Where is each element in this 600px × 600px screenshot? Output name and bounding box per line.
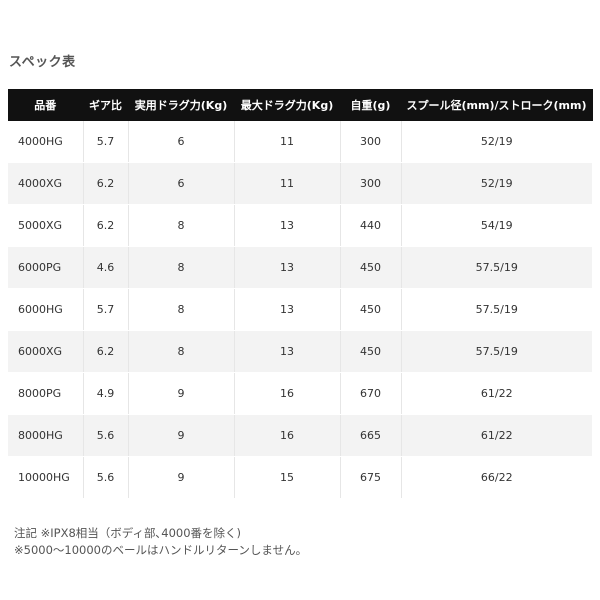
section-title: スペック表 [9,55,76,70]
cell-practical-drag: 9 [128,456,235,499]
cell-max-drag: 13 [234,330,341,373]
cell-max-drag: 16 [234,372,341,415]
cell-weight: 440 [340,204,402,247]
cell-practical-drag: 6 [128,121,235,163]
table-row: 8000HG 5.6 9 16 665 61/22 [8,414,592,457]
notes: 注記 ※IPX8相当（ボディ部､4000番を除く) ※5000～10000のベー… [14,525,307,559]
cell-spool-stroke: 57.5/19 [401,246,592,289]
cell-weight: 670 [340,372,402,415]
cell-weight: 665 [340,414,402,457]
table-row: 4000XG 6.2 6 11 300 52/19 [8,162,592,205]
note-line: ※5000～10000のベールはハンドルリターンしません。 [14,543,308,557]
cell-spool-stroke: 54/19 [401,204,592,247]
cell-spool-stroke: 52/19 [401,121,592,163]
cell-max-drag: 11 [234,121,341,163]
cell-model: 5000XG [8,204,84,247]
table-row: 6000PG 4.6 8 13 450 57.5/19 [8,246,592,289]
table-row: 6000XG 6.2 8 13 450 57.5/19 [8,330,592,373]
spec-table: 品番 ギア比 実用ドラグ力(Kg) 最大ドラグ力(Kg) 自重(g) スプール径… [8,89,593,499]
cell-max-drag: 13 [234,246,341,289]
cell-spool-stroke: 66/22 [401,456,592,499]
cell-gear-ratio: 5.6 [83,414,129,457]
cell-practical-drag: 8 [128,246,235,289]
cell-practical-drag: 6 [128,162,235,205]
table-row: 8000PG 4.9 9 16 670 61/22 [8,372,592,415]
cell-practical-drag: 8 [128,288,235,331]
cell-model: 6000XG [8,330,84,373]
cell-model: 8000HG [8,414,84,457]
cell-practical-drag: 8 [128,204,235,247]
cell-model: 10000HG [8,456,84,499]
cell-max-drag: 16 [234,414,341,457]
spec-table-header-row: 品番 ギア比 実用ドラグ力(Kg) 最大ドラグ力(Kg) 自重(g) スプール径… [8,89,593,121]
header-practical-drag: 実用ドラグ力(Kg) [128,89,235,121]
cell-weight: 450 [340,288,402,331]
table-row: 10000HG 5.6 9 15 675 66/22 [8,456,592,499]
cell-weight: 450 [340,330,402,373]
cell-gear-ratio: 6.2 [83,204,129,247]
cell-gear-ratio: 5.6 [83,456,129,499]
cell-gear-ratio: 5.7 [83,121,129,163]
cell-weight: 450 [340,246,402,289]
header-max-drag: 最大ドラグ力(Kg) [234,89,341,121]
cell-gear-ratio: 6.2 [83,330,129,373]
table-row: 6000HG 5.7 8 13 450 57.5/19 [8,288,592,331]
cell-weight: 675 [340,456,402,499]
cell-max-drag: 15 [234,456,341,499]
note-line: 注記 ※IPX8相当（ボディ部､4000番を除く) [14,526,242,540]
header-model: 品番 [8,89,84,121]
cell-gear-ratio: 4.6 [83,246,129,289]
cell-spool-stroke: 57.5/19 [401,288,592,331]
table-row: 5000XG 6.2 8 13 440 54/19 [8,204,592,247]
cell-weight: 300 [340,162,402,205]
cell-spool-stroke: 57.5/19 [401,330,592,373]
cell-practical-drag: 9 [128,414,235,457]
table-row: 4000HG 5.7 6 11 300 52/19 [8,121,592,163]
header-gear-ratio: ギア比 [83,89,129,121]
cell-model: 6000HG [8,288,84,331]
cell-weight: 300 [340,121,402,163]
cell-max-drag: 13 [234,288,341,331]
cell-max-drag: 11 [234,162,341,205]
cell-max-drag: 13 [234,204,341,247]
cell-model: 4000XG [8,162,84,205]
cell-spool-stroke: 61/22 [401,414,592,457]
header-spool-stroke: スプール径(mm)/ストローク(mm) [401,89,593,121]
cell-model: 8000PG [8,372,84,415]
cell-model: 6000PG [8,246,84,289]
cell-practical-drag: 8 [128,330,235,373]
cell-gear-ratio: 4.9 [83,372,129,415]
cell-spool-stroke: 61/22 [401,372,592,415]
header-weight: 自重(g) [340,89,402,121]
cell-practical-drag: 9 [128,372,235,415]
cell-model: 4000HG [8,121,84,163]
cell-spool-stroke: 52/19 [401,162,592,205]
cell-gear-ratio: 6.2 [83,162,129,205]
spec-page: スペック表 品番 ギア比 実用ドラグ力(Kg) 最大ドラグ力(Kg) 自重(g)… [0,0,600,600]
cell-gear-ratio: 5.7 [83,288,129,331]
